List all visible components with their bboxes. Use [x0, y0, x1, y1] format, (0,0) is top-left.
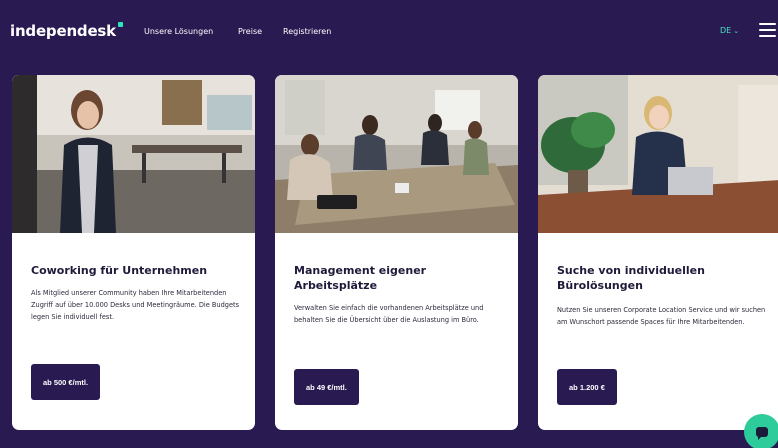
card-description: Verwalten Sie einfach die vorhandenen Ar…: [294, 304, 484, 324]
solution-card-coworking: Coworking für Unternehmen Als Mitglied u…: [12, 75, 255, 430]
card-description: Als Mitglied unserer Community haben Ihr…: [31, 289, 240, 321]
nav-link-register[interactable]: Registrieren: [283, 27, 331, 36]
chat-icon: [756, 427, 768, 440]
logo-text: independesk: [10, 22, 116, 40]
nav-link-prices[interactable]: Preise: [238, 27, 262, 36]
top-navigation-bar: independesk Unsere Lösungen Preise Regis…: [0, 0, 778, 62]
card-description: Nutzen Sie unseren Corporate Location Se…: [557, 306, 766, 326]
card-title: Management eigener Arbeitsplätze: [294, 264, 427, 292]
price-button-office-search[interactable]: ab 1.200 €: [557, 369, 617, 405]
card-image-office: [538, 75, 778, 233]
card-image-meeting: [275, 75, 518, 233]
solution-card-office-search: Suche von individuellen Bürolösungen Nut…: [538, 75, 778, 430]
chevron-down-icon: ⌄: [733, 26, 740, 35]
solution-card-workspace-management: Management eigener Arbeitsplätze Verwalt…: [275, 75, 518, 430]
nav-link-solutions[interactable]: Unsere Lösungen: [144, 27, 213, 36]
card-image-coworking: [12, 75, 255, 233]
logo-mark-icon: [117, 22, 123, 27]
logo[interactable]: independesk: [10, 22, 123, 40]
language-label: DE: [720, 26, 732, 35]
chat-button[interactable]: [744, 414, 778, 448]
card-title: Suche von individuellen Bürolösungen: [557, 264, 705, 292]
hamburger-menu-icon[interactable]: [759, 23, 776, 37]
language-selector[interactable]: DE ⌄: [720, 26, 739, 35]
price-button-coworking[interactable]: ab 500 €/mtl.: [31, 364, 101, 400]
price-button-workspace-management[interactable]: ab 49 €/mtl.: [294, 369, 359, 405]
card-title: Coworking für Unternehmen: [31, 264, 208, 277]
